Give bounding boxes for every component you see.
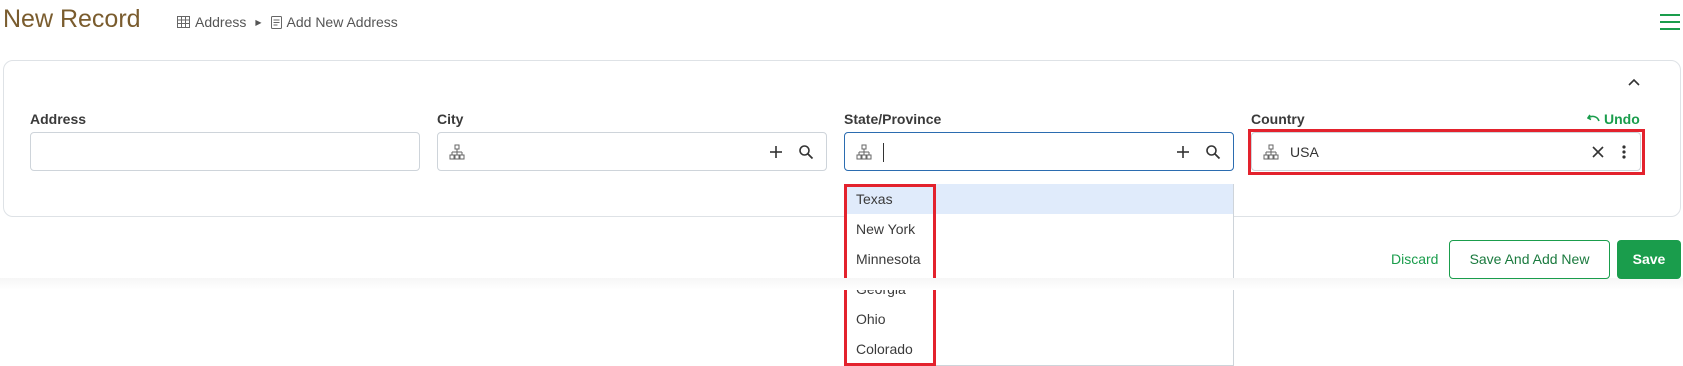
- undo-icon: [1587, 114, 1600, 122]
- address-input[interactable]: [30, 132, 420, 171]
- clear-icon[interactable]: [1590, 144, 1606, 160]
- dropdown-option-colorado[interactable]: Colorado: [845, 334, 1233, 364]
- breadcrumb-item-address[interactable]: Address: [177, 14, 246, 30]
- dropdown-option-minnesota[interactable]: Minnesota: [845, 244, 1233, 274]
- dropdown-option-new-york[interactable]: New York: [845, 214, 1233, 244]
- breadcrumb-item-add-new-address[interactable]: Add New Address: [270, 14, 398, 30]
- city-lookup-field[interactable]: [437, 132, 827, 171]
- text-caret: [883, 143, 884, 162]
- state-dropdown-list: Texas New York Minnesota Georgia Ohio Co…: [844, 184, 1234, 366]
- state-label: State/Province: [844, 111, 942, 127]
- state-lookup-field[interactable]: [844, 132, 1234, 171]
- country-lookup-field[interactable]: USA: [1251, 132, 1641, 171]
- page: New Record Address ▶ Add New Address Add…: [0, 0, 1683, 366]
- hierarchy-icon: [1263, 144, 1279, 160]
- save-button[interactable]: Save: [1617, 240, 1681, 279]
- plus-icon[interactable]: [768, 144, 784, 160]
- address-label: Address: [30, 111, 87, 127]
- table-icon: [177, 16, 190, 28]
- hierarchy-icon: [449, 144, 465, 160]
- city-label: City: [437, 111, 464, 127]
- breadcrumb-label: Address: [195, 14, 247, 30]
- hamburger-menu-icon[interactable]: [1659, 12, 1681, 32]
- undo-label: Undo: [1604, 111, 1640, 127]
- page-title: New Record: [3, 5, 141, 33]
- search-icon[interactable]: [1205, 144, 1221, 160]
- dropdown-option-ohio[interactable]: Ohio: [845, 304, 1233, 334]
- page-header: New Record Address ▶ Add New Address: [0, 0, 1683, 48]
- document-icon: [270, 15, 282, 29]
- chevron-right-icon: ▶: [255, 17, 262, 27]
- hierarchy-icon: [856, 144, 872, 160]
- save-and-add-new-button[interactable]: Save And Add New: [1449, 240, 1610, 279]
- plus-icon[interactable]: [1175, 144, 1191, 160]
- breadcrumb: Address ▶ Add New Address: [177, 14, 398, 30]
- footer-divider: [0, 278, 1683, 290]
- undo-button[interactable]: Undo: [1587, 111, 1640, 127]
- dropdown-option-texas[interactable]: Texas: [845, 184, 1233, 214]
- search-icon[interactable]: [798, 144, 814, 160]
- discard-button[interactable]: Discard: [1391, 251, 1438, 267]
- breadcrumb-label: Add New Address: [286, 14, 398, 30]
- chevron-up-icon[interactable]: [1626, 74, 1642, 90]
- country-value: USA: [1290, 144, 1319, 160]
- more-options-icon[interactable]: [1616, 144, 1632, 160]
- country-label: Country: [1251, 111, 1305, 127]
